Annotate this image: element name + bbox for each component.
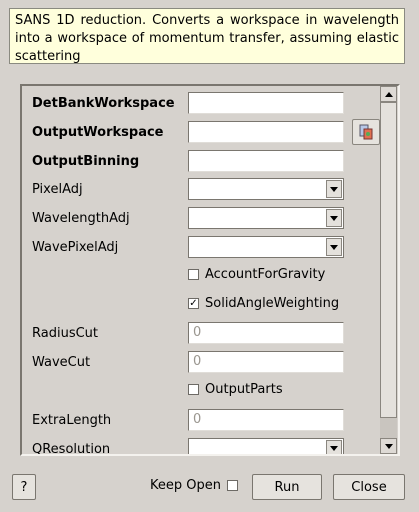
detbankworkspace-input[interactable] [188,92,344,114]
wavepixeladj-label: WavePixelAdj [32,240,119,255]
outputbinning-label: OutputBinning [32,153,140,169]
property-row-wavepixeladj: WavePixelAdj [22,234,392,264]
scroll-thumb[interactable] [380,102,397,418]
wavecut-label: WaveCut [32,355,91,371]
outputparts-option[interactable]: OutputParts [188,382,283,397]
detbankworkspace-label: DetBankWorkspace [32,96,175,111]
property-row-radiuscut: RadiusCut 0 [22,320,392,350]
radiuscut-label: RadiusCut [32,326,99,342]
accountforgravity-checkbox[interactable] [188,268,199,280]
outputparts-checkbox[interactable] [188,384,199,395]
property-row-pixeladj: PixelAdj [22,176,392,206]
wavepixeladj-combo[interactable] [188,236,344,258]
property-row-outputparts: OutputParts [22,378,392,408]
chevron-down-icon [330,244,338,250]
property-row-outputbinning: OutputBinning [22,148,392,178]
combo-arrow-button[interactable] [326,209,342,228]
outputparts-label: OutputParts [205,382,283,397]
browse-button[interactable] [352,118,380,145]
accountforgravity-label: AccountForGravity [205,266,326,282]
wavecut-input[interactable]: 0 [188,351,344,374]
property-row-extralength: ExtraLength 0 [22,407,392,437]
vertical-scrollbar[interactable] [380,86,397,454]
chevron-down-icon [330,446,338,452]
property-row-qresolution: QResolution [22,436,392,456]
outputworkspace-input[interactable] [188,120,344,143]
close-button[interactable]: Close [333,474,405,500]
chevron-down-icon [330,186,338,192]
outputworkspace-label: OutputWorkspace [32,124,164,140]
extralength-input[interactable]: 0 [188,408,344,431]
solidangleweighting-label: SolidAngleWeighting [205,295,340,311]
pixeladj-label: PixelAdj [32,182,83,198]
arrow-down-icon [384,443,393,449]
property-row-solidangleweighting: ✓ SolidAngleWeighting [22,292,392,322]
qresolution-label: QResolution [32,441,111,456]
keep-open-label: Keep Open [150,478,221,493]
extralength-label: ExtraLength [32,412,112,428]
wavelengthadj-combo[interactable] [188,207,344,230]
property-row-outputworkspace: OutputWorkspace [22,118,392,149]
algorithm-description: SANS 1D reduction. Converts a workspace … [9,8,405,64]
combo-arrow-button[interactable] [326,180,342,199]
properties-panel: DetBankWorkspace OutputWorkspace OutputBin… [20,84,400,456]
solidangleweighting-option[interactable]: ✓ SolidAngleWeighting [188,296,339,311]
outputbinning-input[interactable] [188,149,344,172]
chevron-down-icon [330,215,338,221]
keep-open-checkbox[interactable] [226,480,238,491]
combo-arrow-button[interactable] [326,439,342,454]
folder-browse-icon [359,124,373,140]
scroll-up-button[interactable] [380,86,397,102]
help-button[interactable]: ? [12,474,36,500]
keep-open-control[interactable]: Keep Open [150,478,238,493]
wavelengthadj-label: WavelengthAdj [32,211,130,227]
property-row-wavecut: WaveCut 0 [22,349,392,379]
radiuscut-input[interactable]: 0 [188,322,344,345]
scroll-down-button[interactable] [380,438,397,454]
property-row-detbankworkspace: DetBankWorkspace [22,90,392,120]
combo-arrow-button[interactable] [326,238,342,256]
solidangleweighting-checkbox[interactable]: ✓ [188,297,199,309]
property-row-wavelengthadj: WavelengthAdj [22,205,392,235]
pixeladj-combo[interactable] [188,178,344,201]
qresolution-combo[interactable] [188,437,344,454]
accountforgravity-option[interactable]: AccountForGravity [188,267,325,282]
arrow-up-icon [384,91,393,97]
property-row-accountforgravity: AccountForGravity [22,263,392,293]
run-button[interactable]: Run [252,474,322,500]
